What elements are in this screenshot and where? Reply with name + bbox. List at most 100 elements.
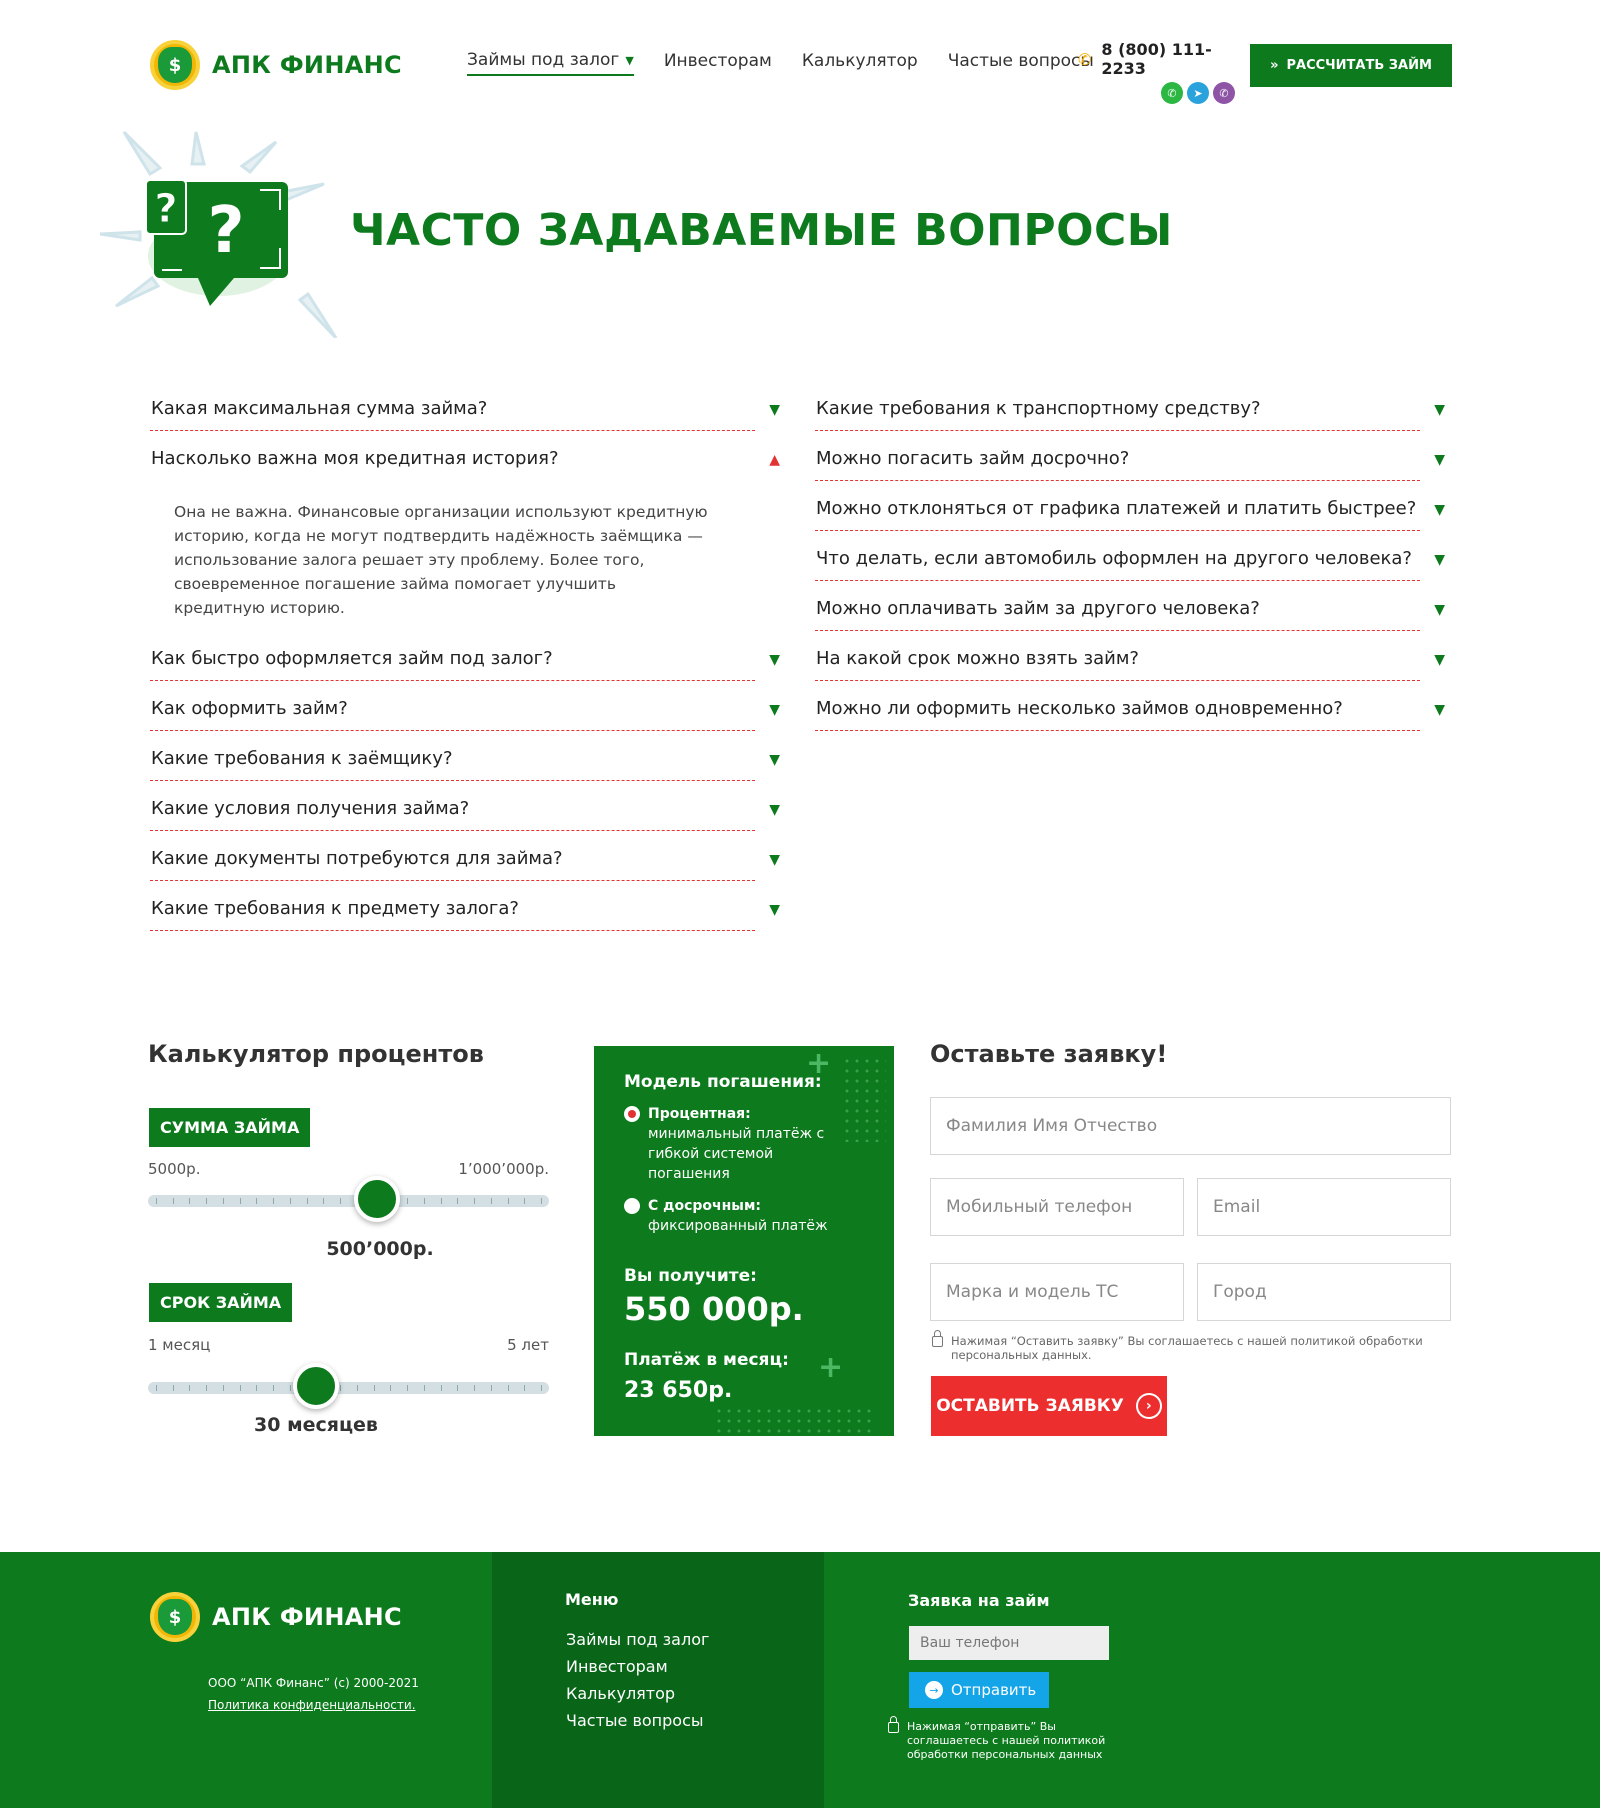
- option-text: фиксированный платёж: [648, 1218, 828, 1234]
- faq-question: Какая максимальная сумма займа?: [151, 398, 488, 419]
- divider: [815, 530, 1420, 531]
- main-nav: Займы под залог ▼ Инвесторам Калькулятор…: [467, 50, 1094, 76]
- double-chevron-right-icon: »: [1270, 58, 1279, 73]
- footer-link-faq[interactable]: Частые вопросы: [566, 1707, 709, 1734]
- faq-question: Можно ли оформить несколько займов однов…: [816, 698, 1343, 719]
- slider-tick: [507, 1385, 509, 1391]
- footer-phone-input[interactable]: Ваш телефон: [909, 1626, 1109, 1660]
- faq-item[interactable]: Какие документы потребуются для займа? ▼: [150, 840, 780, 890]
- svg-text:?: ?: [207, 194, 244, 268]
- whatsapp-icon[interactable]: ✆: [1161, 82, 1183, 104]
- radio-selected[interactable]: [624, 1106, 640, 1122]
- footer-link-calculator[interactable]: Калькулятор: [566, 1680, 709, 1707]
- term-slider[interactable]: [148, 1363, 549, 1409]
- svg-text:?: ?: [154, 186, 177, 232]
- phone-link[interactable]: ✆ 8 (800) 111-2233: [1078, 40, 1235, 78]
- footer-logo[interactable]: $ АПК ФИНАНС: [150, 1592, 402, 1642]
- nav-item-faq[interactable]: Частые вопросы: [948, 50, 1094, 76]
- faq-item[interactable]: Как оформить займ? ▼: [150, 690, 780, 740]
- email-input[interactable]: Email: [1197, 1178, 1451, 1236]
- nav-item-label: Калькулятор: [801, 51, 918, 71]
- faq-question: Как быстро оформляется займ под залог?: [151, 648, 553, 669]
- faq-item[interactable]: На какой срок можно взять займ? ▼: [815, 640, 1445, 690]
- amount-max: 1’000’000р.: [458, 1160, 549, 1178]
- phone-icon: ✆: [1078, 49, 1092, 69]
- calculate-loan-button[interactable]: » РАССЧИТАТЬ ЗАЙМ: [1250, 44, 1452, 87]
- slider-tick: [524, 1385, 526, 1391]
- faq-item[interactable]: Можно оплачивать займ за другого человек…: [815, 590, 1445, 640]
- send-label: Отправить: [951, 1681, 1037, 1699]
- submit-application-button[interactable]: ОСТАВИТЬ ЗАЯВКУ ›: [931, 1376, 1167, 1436]
- slider-tick: [222, 1385, 224, 1391]
- faq-item[interactable]: Какая максимальная сумма займа? ▼: [150, 390, 780, 440]
- slider-tick: [323, 1198, 325, 1204]
- term-range: 1 месяц 5 лет: [148, 1336, 549, 1354]
- triangle-down-icon: ▼: [769, 402, 780, 418]
- faq-question: Какие документы потребуются для займа?: [151, 848, 563, 869]
- faq-question: Какие требования к заёмщику?: [151, 748, 453, 769]
- faq-item[interactable]: Можно ли оформить несколько займов однов…: [815, 690, 1445, 740]
- divider: [150, 930, 755, 931]
- faq-answer: Она не важна. Финансовые организации исп…: [174, 503, 708, 617]
- amount-label: СУММА ЗАЙМА: [149, 1108, 311, 1147]
- faq-question: Можно отклоняться от графика платежей и …: [816, 498, 1417, 519]
- footer-link-investors[interactable]: Инвесторам: [566, 1653, 709, 1680]
- copyright: ООО “АПК Финанс” (с) 2000-2021: [208, 1676, 419, 1690]
- slider-tick: [189, 1385, 191, 1391]
- faq-item[interactable]: Какие требования к предмету залога? ▼: [150, 890, 780, 940]
- faq-item[interactable]: Как быстро оформляется займ под залог? ▼: [150, 640, 780, 690]
- slider-tick: [541, 1198, 542, 1204]
- triangle-down-icon: ▼: [769, 852, 780, 868]
- slider-tick: [373, 1385, 375, 1391]
- slider-tick: [474, 1385, 476, 1391]
- amount-range: 5000р. 1’000’000р.: [148, 1160, 549, 1178]
- slider-tick: [423, 1385, 425, 1391]
- faq-item[interactable]: Можно погасить займ досрочно? ▼: [815, 440, 1445, 490]
- faq-item-open[interactable]: Насколько важна моя кредитная история? ▲: [150, 440, 780, 490]
- fio-input[interactable]: Фамилия Имя Отчество: [930, 1097, 1451, 1155]
- triangle-down-icon: ▼: [769, 802, 780, 818]
- slider-tick: [440, 1385, 442, 1391]
- amount-slider-handle[interactable]: [353, 1176, 400, 1222]
- triangle-down-icon: ▼: [1434, 402, 1445, 418]
- viber-icon[interactable]: ✆: [1213, 82, 1235, 104]
- radio-option-early[interactable]: С досрочным: фиксированный платёж: [624, 1196, 854, 1236]
- city-input[interactable]: Город: [1197, 1263, 1451, 1321]
- car-model-input[interactable]: Марка и модель ТС: [930, 1263, 1184, 1321]
- slider-tick: [156, 1385, 157, 1391]
- radio-option-interest[interactable]: Процентная: минимальный платёж с гибкой …: [624, 1104, 854, 1184]
- nav-item-loans[interactable]: Займы под залог ▼: [467, 50, 634, 76]
- radio-unselected[interactable]: [624, 1198, 640, 1214]
- triangle-down-icon: ▼: [769, 702, 780, 718]
- faq-item[interactable]: Какие условия получения займа? ▼: [150, 790, 780, 840]
- nav-item-investors[interactable]: Инвесторам: [664, 50, 772, 76]
- nav-item-calculator[interactable]: Калькулятор: [802, 50, 918, 76]
- amount-value: 500’000р.: [326, 1238, 434, 1260]
- slider-tick: [356, 1385, 358, 1391]
- receive-value: 550 000р.: [624, 1290, 804, 1328]
- footer-policy-text: Нажимая “отправить” Вы соглашаетесь с на…: [907, 1720, 1106, 1761]
- footer-menu-title: Меню: [565, 1590, 619, 1609]
- faq-item[interactable]: Можно отклоняться от графика платежей и …: [815, 490, 1445, 540]
- footer-link-loans[interactable]: Займы под залог: [566, 1626, 709, 1653]
- amount-min: 5000р.: [148, 1160, 201, 1178]
- slider-tick: [407, 1198, 409, 1204]
- triangle-up-icon: ▲: [769, 452, 780, 468]
- term-slider-handle[interactable]: [293, 1363, 340, 1409]
- slider-tick: [289, 1385, 291, 1391]
- header-logo[interactable]: $ АПК ФИНАНС: [150, 40, 402, 90]
- nav-item-label: Займы под залог: [467, 50, 620, 70]
- question-bubble-icon: ? ?: [100, 130, 338, 338]
- lock-icon: [932, 1330, 943, 1347]
- privacy-link[interactable]: Политика конфиденциальности.: [208, 1694, 419, 1716]
- arrow-right-circle-icon: →: [925, 1681, 943, 1699]
- faq-item[interactable]: Что делать, если автомобиль оформлен на …: [815, 540, 1445, 590]
- amount-slider[interactable]: [148, 1176, 549, 1222]
- phone-input[interactable]: Мобильный телефон: [930, 1178, 1184, 1236]
- faq-question: Какие требования к предмету залога?: [151, 898, 519, 919]
- faq-item[interactable]: Какие требования к транспортному средств…: [815, 390, 1445, 440]
- faq-item[interactable]: Какие требования к заёмщику? ▼: [150, 740, 780, 790]
- telegram-icon[interactable]: ➤: [1187, 82, 1209, 104]
- footer-send-button[interactable]: → Отправить: [909, 1672, 1049, 1708]
- lock-icon: [888, 1716, 899, 1733]
